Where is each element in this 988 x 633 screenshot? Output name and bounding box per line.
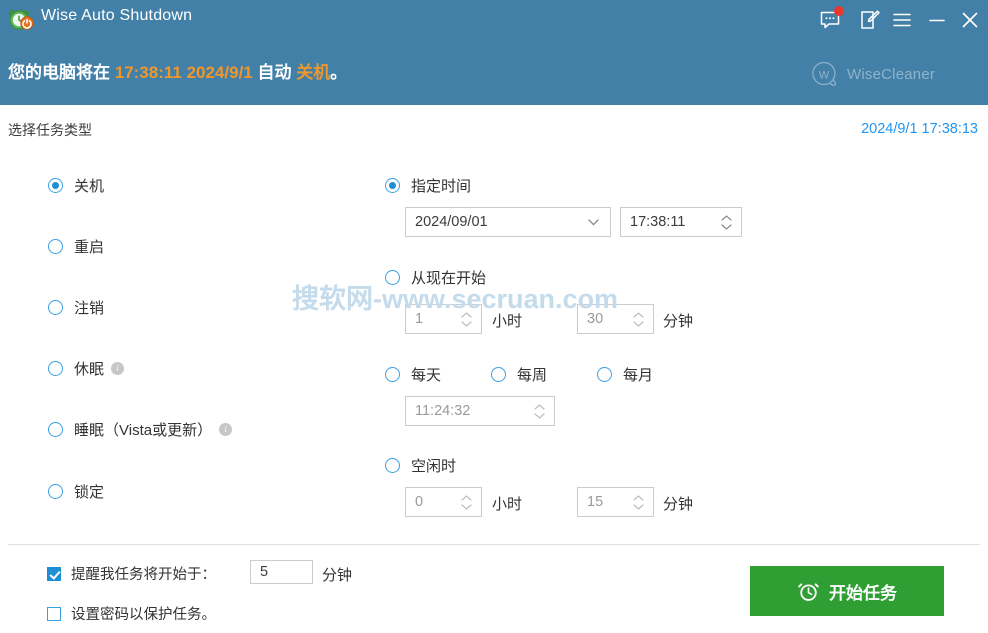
radio-hibernate[interactable]: 休眠 i [48, 358, 125, 379]
on-idle-minutes-unit: 分钟 [663, 496, 694, 513]
radio-sleep[interactable]: 睡眠（Vista或更新） i [48, 419, 233, 440]
radio-label: 指定时间 [411, 178, 472, 195]
title-bar: Wise Auto Shutdown [0, 0, 988, 38]
hours-value: 0 [415, 494, 424, 510]
radio-label: 关机 [74, 178, 105, 195]
radio-shutdown[interactable]: 关机 [48, 175, 104, 196]
menu-icon[interactable] [890, 8, 914, 32]
checkbox-password[interactable]: 设置密码以保护任务。 [47, 603, 216, 624]
radio-lock[interactable]: 锁定 [48, 481, 104, 502]
radio-indicator [48, 484, 63, 499]
radio-label: 休眠 [74, 361, 105, 378]
spinner-arrows[interactable] [457, 488, 475, 516]
spinner-arrows[interactable] [457, 305, 475, 333]
edit-icon[interactable] [858, 8, 882, 32]
radio-indicator [48, 300, 63, 315]
app-header: Wise Auto Shutdown 您的电脑将在 17:38:11 2024/… [0, 0, 988, 105]
time-value: 17:38:11 [630, 214, 686, 230]
banner-prefix: 您的电脑将在 [8, 63, 115, 82]
start-task-button[interactable]: 开始任务 [750, 566, 944, 616]
footer-divider [8, 544, 980, 545]
radio-label: 注销 [74, 300, 105, 317]
radio-label: 每天 [411, 367, 442, 384]
radio-specific-time[interactable]: 指定时间 [385, 175, 471, 196]
radio-indicator [597, 367, 612, 382]
banner-action: 关机 [296, 63, 331, 82]
section-title-task-type: 选择任务类型 [8, 122, 92, 138]
remind-minutes-unit: 分钟 [322, 567, 353, 584]
spinner-arrows[interactable] [530, 397, 548, 425]
radio-monthly[interactable]: 每月 [597, 364, 653, 385]
shutdown-banner: 您的电脑将在 17:38:11 2024/9/1 自动 关机。 [8, 58, 347, 83]
on-idle-minutes-spinner[interactable]: 15 [577, 487, 654, 517]
radio-indicator [48, 361, 63, 376]
radio-label: 睡眠（Vista或更新） [74, 422, 213, 439]
radio-label: 重启 [74, 239, 105, 256]
from-now-hours-unit: 小时 [492, 313, 523, 330]
radio-daily[interactable]: 每天 [385, 364, 441, 385]
radio-indicator [385, 270, 400, 285]
wisecleaner-brand: W WiseCleaner [810, 60, 935, 88]
window-title: Wise Auto Shutdown [41, 7, 193, 24]
time-spinner-specific[interactable]: 17:38:11 [620, 207, 742, 237]
from-now-hours-spinner[interactable]: 1 [405, 304, 482, 334]
wisecleaner-logo-icon: W [812, 61, 836, 86]
radio-indicator [48, 178, 63, 193]
spinner-arrows[interactable] [717, 208, 735, 236]
radio-weekly[interactable]: 每周 [491, 364, 547, 385]
radio-from-now[interactable]: 从现在开始 [385, 267, 486, 288]
from-now-minutes-spinner[interactable]: 30 [577, 304, 654, 334]
remind-minutes-value: 5 [260, 564, 269, 580]
chevron-down-icon[interactable] [582, 218, 604, 226]
minutes-value: 30 [587, 311, 604, 327]
from-now-minutes-unit: 分钟 [663, 313, 694, 330]
radio-logoff[interactable]: 注销 [48, 297, 104, 318]
banner-time: 17:38:11 2024/9/1 [114, 63, 253, 82]
banner-middle: 自动 [252, 63, 297, 82]
radio-restart[interactable]: 重启 [48, 236, 104, 257]
alarm-clock-icon [8, 6, 34, 32]
radio-label: 锁定 [74, 484, 105, 501]
radio-indicator [48, 422, 63, 437]
radio-label: 每周 [517, 367, 548, 384]
checkbox-indicator [47, 606, 61, 621]
checkbox-remind[interactable]: 提醒我任务将开始于： [47, 563, 216, 584]
recurring-time-spinner[interactable]: 11:24:32 [405, 396, 555, 426]
info-icon[interactable]: i [111, 362, 125, 375]
radio-label: 从现在开始 [411, 270, 487, 287]
time-value: 11:24:32 [415, 403, 471, 419]
checkbox-label: 设置密码以保护任务。 [71, 607, 216, 623]
notification-badge [834, 6, 844, 16]
banner-suffix: 。 [330, 63, 348, 82]
on-idle-hours-spinner[interactable]: 0 [405, 487, 482, 517]
radio-label: 空闲时 [411, 458, 457, 475]
radio-on-idle[interactable]: 空闲时 [385, 455, 456, 476]
start-task-label: 开始任务 [829, 583, 897, 603]
radio-indicator [385, 178, 400, 193]
checkbox-indicator [47, 566, 61, 581]
current-datetime: 2024/9/1 17:38:13 [861, 121, 978, 137]
hours-value: 1 [415, 311, 424, 327]
minimize-icon[interactable] [925, 8, 949, 32]
on-idle-hours-unit: 小时 [492, 496, 523, 513]
radio-indicator [48, 239, 63, 254]
radio-indicator [385, 367, 400, 382]
spinner-arrows[interactable] [629, 305, 647, 333]
radio-label: 每月 [623, 367, 654, 384]
remind-minutes-input[interactable]: 5 [250, 560, 313, 584]
date-select[interactable]: 2024/09/01 [405, 207, 611, 237]
close-icon[interactable] [958, 8, 982, 32]
radio-indicator [385, 458, 400, 473]
brand-text: WiseCleaner [847, 65, 936, 83]
minutes-value: 15 [587, 494, 604, 510]
info-icon[interactable]: i [219, 423, 233, 436]
alarm-clock-icon [798, 582, 819, 601]
spinner-arrows[interactable] [629, 488, 647, 516]
radio-indicator [491, 367, 506, 382]
date-value: 2024/09/01 [415, 214, 488, 230]
checkbox-label: 提醒我任务将开始于： [71, 567, 216, 583]
svg-text:W: W [819, 70, 830, 82]
